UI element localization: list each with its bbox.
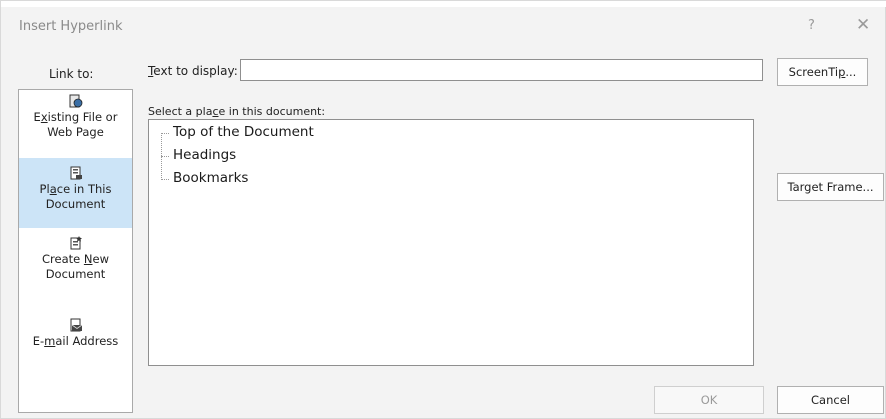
sidebar-item-label: Place in This Document [39, 182, 112, 211]
text-to-display-label: Text to display: [148, 64, 238, 78]
text-to-display-input[interactable] [240, 59, 763, 81]
select-place-label: Select a place in this document: [148, 105, 326, 118]
cancel-button[interactable]: Cancel [777, 386, 884, 414]
link-to-sidebar: Existing File or Web Page Place in This Do… [18, 89, 133, 413]
document-place-icon [70, 166, 82, 180]
sidebar-item-label: Create New Document [42, 252, 109, 281]
close-icon[interactable]: ✕ [856, 15, 870, 35]
dialog-title: Insert Hyperlink [19, 19, 123, 34]
tree-item-headings[interactable]: Headings [173, 147, 236, 163]
tree-connector [161, 133, 169, 134]
sidebar-item-existing-file[interactable]: Existing File or Web Page [19, 94, 132, 158]
globe-file-icon [69, 94, 82, 108]
new-document-icon [70, 236, 82, 250]
sidebar-item-email-address[interactable]: E-mail Address [19, 318, 132, 368]
ok-button[interactable]: OK [654, 386, 764, 414]
document-places-tree[interactable]: Top of the Document Headings Bookmarks [148, 119, 754, 366]
sidebar-item-place-in-document[interactable]: Place in This Document [19, 158, 132, 228]
tree-connector [161, 156, 169, 157]
sidebar-item-label: Existing File or Web Page [33, 110, 118, 139]
tree-item-bookmarks[interactable]: Bookmarks [173, 170, 248, 186]
link-to-label: Link to: [49, 67, 94, 81]
target-frame-button[interactable]: Target Frame... [777, 173, 884, 201]
insert-hyperlink-dialog: Insert Hyperlink ? ✕ Link to: Existing F… [0, 0, 886, 419]
sidebar-item-label: E-mail Address [32, 334, 119, 348]
email-icon [70, 318, 82, 332]
tree-connector [161, 179, 169, 180]
title-bar: Insert Hyperlink ? ✕ [1, 7, 886, 51]
help-icon[interactable]: ? [808, 18, 815, 33]
tree-item-top-of-document[interactable]: Top of the Document [173, 124, 314, 140]
screentip-button[interactable]: ScreenTip... [777, 58, 868, 86]
sidebar-item-create-new-document[interactable]: Create New Document [19, 236, 132, 306]
